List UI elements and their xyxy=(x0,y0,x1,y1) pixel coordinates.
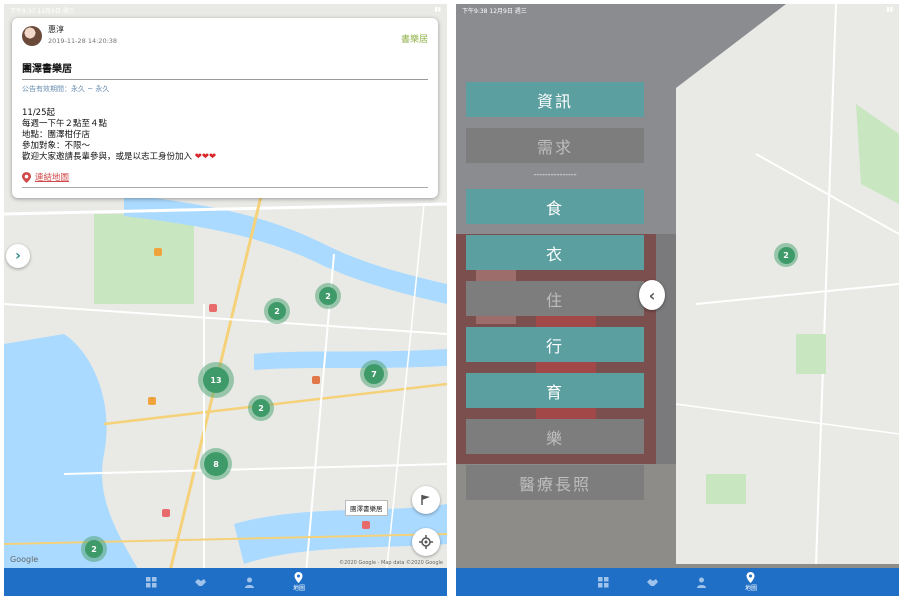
card-title: 團澤書樂居 xyxy=(22,60,428,80)
poi-marker[interactable] xyxy=(209,304,217,312)
grid-icon xyxy=(145,576,157,587)
flag-icon xyxy=(421,495,430,505)
tab-profile[interactable] xyxy=(244,577,255,588)
handshake-icon xyxy=(646,578,658,586)
map-cluster[interactable]: 2 xyxy=(81,536,107,562)
card-body: 11/25起 每週一下午２點至４點 地點：團澤柑仔店 參加對象：不限～ 歡迎大家… xyxy=(22,108,428,163)
menu-item-info[interactable]: 資訊 xyxy=(466,82,644,117)
bottom-tab-bar: 地圖 xyxy=(4,568,447,596)
post-timestamp: 2019-11-28 14:20:38 xyxy=(48,37,118,45)
menu-item-label: 資訊 xyxy=(536,91,573,111)
cluster-count: 2 xyxy=(252,399,270,417)
category-label: 行 xyxy=(545,336,564,356)
cluster-count: 7 xyxy=(364,364,384,384)
google-logo: Google xyxy=(10,555,39,564)
map-cluster[interactable]: 2 xyxy=(264,298,290,324)
announcement-card: 惠淳 2019-11-28 14:20:38 書樂居 團澤書樂居 公告有效期間：… xyxy=(12,18,438,198)
tab-map[interactable]: 地圖 xyxy=(293,572,305,592)
my-location-button[interactable] xyxy=(412,528,440,556)
menu-divider: --------------- xyxy=(533,170,577,179)
collapse-menu-button[interactable]: ‹ xyxy=(639,280,665,310)
category-medical-care[interactable]: 醫療長照 xyxy=(466,465,644,500)
cluster-count: 8 xyxy=(204,452,228,476)
map-attribution: ©2020 Google - Map data ©2020 Google xyxy=(339,560,443,566)
status-bar: 下午9:38 12月9日 週三 ▮▮ xyxy=(456,4,899,16)
chevron-left-icon: ‹ xyxy=(648,285,656,305)
category-label: 衣 xyxy=(545,244,564,264)
hearts: ❤❤❤ xyxy=(194,152,217,162)
status-time: 下午9:37 12月9日 週三 xyxy=(10,8,75,15)
category-label: 住 xyxy=(545,290,564,310)
validity-period: 公告有效期間：永久 ~ 永久 xyxy=(22,85,110,93)
map-pin-icon xyxy=(746,572,755,583)
cluster-count: 13 xyxy=(203,367,229,393)
map-cluster[interactable]: 13 xyxy=(198,362,234,398)
poi-marker[interactable] xyxy=(312,376,320,384)
tab-cooperation[interactable] xyxy=(194,577,206,588)
battery-icon: ▮▮ xyxy=(434,6,441,13)
map-link[interactable]: 連結地圖 xyxy=(22,171,428,188)
crosshair-icon xyxy=(419,535,433,549)
person-icon xyxy=(696,577,706,588)
tab-map-label: 地圖 xyxy=(292,585,305,592)
map-cluster[interactable]: 8 xyxy=(200,448,232,480)
category-label: 醫療長照 xyxy=(518,474,591,494)
report-button[interactable] xyxy=(412,486,440,514)
tab-dashboard[interactable] xyxy=(597,576,609,588)
grid-icon xyxy=(597,576,609,587)
card-body-text: 11/25起 每週一下午２點至４點 地點：團澤柑仔店 參加對象：不限～ 歡迎大家… xyxy=(22,108,193,162)
battery-icon: ▮▮ xyxy=(886,6,893,13)
map-pin-icon xyxy=(294,572,303,583)
category-education[interactable]: 育 xyxy=(466,373,644,408)
map-cluster[interactable]: 2 xyxy=(774,243,798,267)
category-clothing[interactable]: 衣 xyxy=(466,235,644,270)
tab-profile[interactable] xyxy=(696,577,707,588)
map-cluster[interactable]: 2 xyxy=(315,283,341,309)
category-label: 育 xyxy=(545,382,564,402)
category-tag: 書樂居 xyxy=(400,35,428,45)
category-housing[interactable]: 住 xyxy=(466,281,644,316)
cluster-count: 2 xyxy=(85,540,103,558)
side-menu: 資訊 需求 --------------- 食 衣 住 行 育 樂 醫療長照 xyxy=(466,82,644,511)
author-name: 惠淳 xyxy=(48,25,64,34)
category-label: 樂 xyxy=(545,428,564,448)
person-icon xyxy=(244,577,254,588)
cluster-count: 2 xyxy=(319,287,337,305)
chevron-right-icon: › xyxy=(15,248,21,264)
menu-item-label: 需求 xyxy=(536,137,573,157)
cluster-count: 2 xyxy=(268,302,286,320)
right-screen: 下午9:38 12月9日 週三 ▮▮ 資訊 需求 ---------------… xyxy=(456,4,899,596)
tab-map-label: 地圖 xyxy=(744,585,757,592)
category-food[interactable]: 食 xyxy=(466,189,644,224)
status-bar: 下午9:37 12月9日 週三 ▮▮ xyxy=(4,4,447,16)
map-link-label: 連結地圖 xyxy=(35,173,70,183)
category-transport[interactable]: 行 xyxy=(466,327,644,362)
status-time: 下午9:38 12月9日 週三 xyxy=(462,8,527,15)
handshake-icon xyxy=(194,578,206,586)
map-cluster[interactable]: 7 xyxy=(360,360,388,388)
category-label: 食 xyxy=(545,198,564,218)
left-screen: 下午9:37 12月9日 週三 ▮▮ 惠淳 2019-11-28 14:20:3… xyxy=(4,4,447,596)
cluster-count: 2 xyxy=(777,246,795,264)
category-leisure[interactable]: 樂 xyxy=(466,419,644,454)
poi-marker[interactable] xyxy=(154,248,162,256)
menu-item-needs[interactable]: 需求 xyxy=(466,128,644,163)
avatar xyxy=(22,26,42,46)
poi-marker[interactable] xyxy=(162,509,170,517)
bottom-tab-bar: 地圖 xyxy=(456,568,899,596)
expand-menu-button[interactable]: › xyxy=(6,244,30,268)
map-cluster[interactable]: 2 xyxy=(248,395,274,421)
tab-dashboard[interactable] xyxy=(145,576,157,588)
location-pin-icon xyxy=(22,171,31,183)
poi-marker[interactable] xyxy=(148,397,156,405)
tab-cooperation[interactable] xyxy=(646,577,658,588)
poi-marker[interactable] xyxy=(362,521,370,529)
marker-tooltip[interactable]: 團澤書樂居 xyxy=(345,500,388,516)
tab-map[interactable]: 地圖 xyxy=(745,572,757,592)
